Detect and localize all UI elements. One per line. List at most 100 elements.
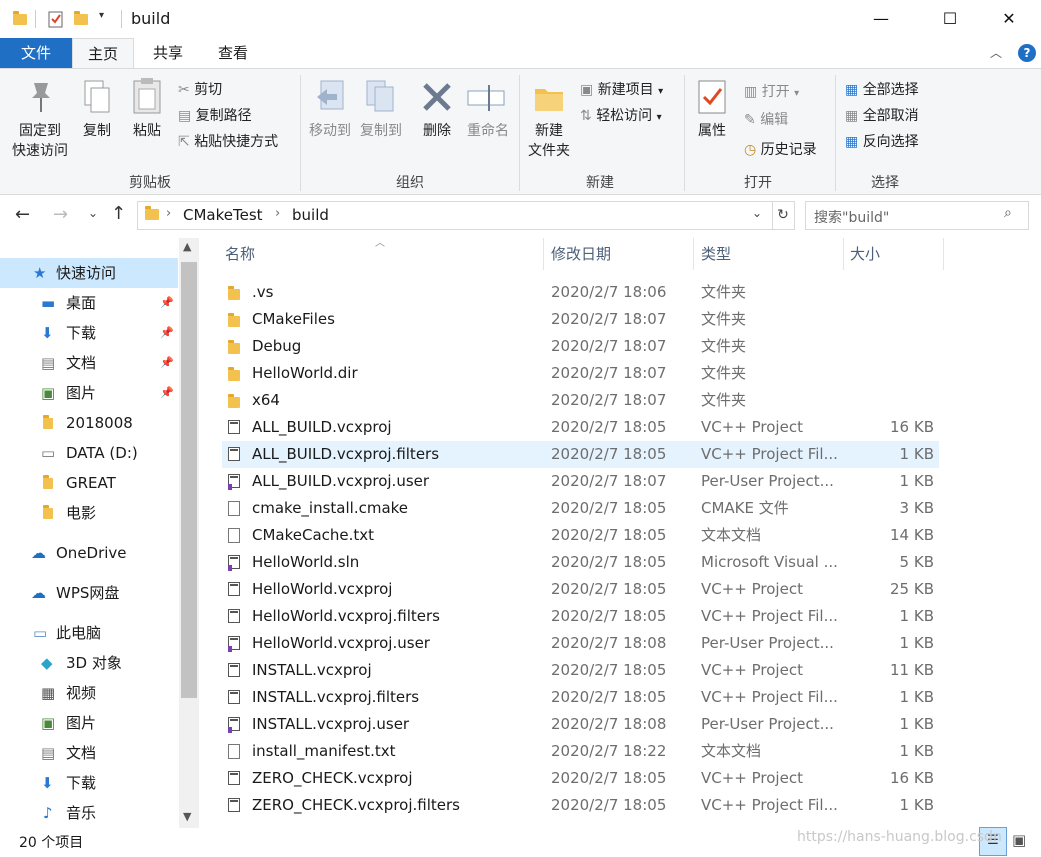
refresh-icon[interactable]: ↻ [772, 201, 795, 230]
back-arrow-icon[interactable]: ← [15, 204, 30, 225]
sidebar-item-music[interactable]: ♪ 音乐 [0, 798, 178, 828]
recent-locations-icon[interactable]: ⌄ [88, 206, 98, 220]
file-row[interactable]: ZERO_CHECK.vcxproj.filters 2020/2/7 18:05… [222, 792, 939, 819]
new-folder-quick-icon[interactable] [74, 10, 88, 26]
file-row[interactable]: install_manifest.txt 2020/2/7 18:22 文本文档 1 … [222, 738, 939, 765]
edit-button[interactable]: ✎ 编辑 [744, 109, 788, 129]
tab-share[interactable]: 共享 [142, 38, 194, 68]
vcxproj-icon [228, 447, 242, 463]
scrollbar-thumb[interactable] [181, 262, 197, 698]
file-date: 2020/2/7 18:07 [551, 310, 667, 328]
scroll-down-icon[interactable]: ▼ [183, 810, 191, 823]
open-button[interactable]: ▥ 打开 ▾ [744, 81, 799, 101]
sidebar-item-this-pc[interactable]: ▭ 此电脑 [0, 618, 178, 648]
paste-shortcut-button[interactable]: ⇱ 粘贴快捷方式 [178, 131, 278, 151]
file-date: 2020/2/7 18:22 [551, 742, 667, 760]
star-icon: ★ [33, 264, 47, 282]
new-item-button[interactable]: ▣ 新建项目 ▾ [580, 79, 663, 99]
sidebar-item-data-drive[interactable]: ▭ DATA (D:) [0, 438, 178, 468]
column-header-size[interactable]: 大小 [850, 238, 880, 270]
new-folder-button[interactable]: 新建 文件夹 [522, 121, 576, 161]
tab-home[interactable]: 主页 [72, 38, 134, 69]
file-type: 文件夹 [701, 310, 747, 328]
paste-button[interactable]: 粘贴 [126, 121, 168, 141]
forward-arrow-icon[interactable]: → [53, 204, 68, 225]
search-box[interactable]: 搜索"build" ⌕ [805, 201, 1029, 230]
column-header-type[interactable]: 类型 [701, 238, 731, 270]
vcxproj-icon [228, 420, 242, 436]
file-row[interactable]: CMakeCache.txt 2020/2/7 18:05 文本文档 14 KB [222, 522, 939, 549]
sidebar-item-2018008[interactable]: 2018008 [0, 408, 178, 438]
properties-button[interactable]: 属性 [690, 121, 734, 141]
file-row[interactable]: INSTALL.vcxproj.user 2020/2/7 18:08 Per-Us… [222, 711, 939, 738]
invert-selection-button[interactable]: ▦ 反向选择 [845, 131, 919, 151]
scroll-up-icon[interactable]: ▲ [183, 240, 191, 253]
breadcrumb-build[interactable]: build [292, 206, 329, 224]
address-bar[interactable]: › CMakeTest › build ⌄ [137, 201, 773, 230]
sidebar-item-videos[interactable]: ▦ 视频 [0, 678, 178, 708]
file-row[interactable]: CMakeFiles 2020/2/7 18:07 文件夹 [222, 306, 939, 333]
select-all-button[interactable]: ▦ 全部选择 [845, 79, 919, 99]
collapse-ribbon-icon[interactable]: ︿ [990, 44, 1002, 61]
sidebar-item-wps[interactable]: ☁ WPS网盘 [0, 578, 178, 608]
close-button[interactable]: ✕ [986, 0, 1032, 38]
file-row[interactable]: INSTALL.vcxproj 2020/2/7 18:05 VC++ Projec… [222, 657, 939, 684]
file-row[interactable]: HelloWorld.vcxproj.user 2020/2/7 18:08 Per… [222, 630, 939, 657]
copy-to-button[interactable]: 复制到 [355, 121, 407, 141]
customize-toolbar-icon[interactable]: ▾ [99, 10, 104, 21]
address-dropdown-icon[interactable]: ⌄ [752, 206, 762, 220]
move-to-button[interactable]: 移动到 [304, 121, 356, 141]
visual-studio-icon [228, 717, 242, 733]
file-row[interactable]: ALL_BUILD.vcxproj 2020/2/7 18:05 VC++ Proj… [222, 414, 939, 441]
file-row[interactable]: x64 2020/2/7 18:07 文件夹 [222, 387, 939, 414]
breadcrumb-cmaketest[interactable]: CMakeTest [183, 206, 263, 224]
pin-quick-access-button[interactable]: 固定到 快速访问 [4, 121, 76, 161]
sidebar-item-pc-downloads[interactable]: ⬇ 下载 [0, 768, 178, 798]
search-icon[interactable]: ⌕ [1004, 205, 1012, 221]
sidebar-item-great[interactable]: GREAT [0, 468, 178, 498]
file-date: 2020/2/7 18:06 [551, 283, 667, 301]
sidebar-item-movies[interactable]: 电影 [0, 498, 178, 528]
file-row[interactable]: INSTALL.vcxproj.filters 2020/2/7 18:05 VC+… [222, 684, 939, 711]
delete-button[interactable]: 删除 [416, 121, 458, 141]
sidebar-item-pc-documents[interactable]: ▤ 文档 [0, 738, 178, 768]
sidebar-item-3d-objects[interactable]: ◆ 3D 对象 [0, 648, 178, 678]
file-row[interactable]: .vs 2020/2/7 18:06 文件夹 [222, 279, 939, 306]
easy-access-icon: ⇅ [580, 108, 592, 124]
up-arrow-icon[interactable]: ↑ [111, 203, 126, 224]
column-header-date[interactable]: 修改日期 [551, 238, 611, 270]
large-icons-view-icon[interactable]: ▣ [1012, 831, 1026, 849]
tab-file[interactable]: 文件 [0, 38, 72, 68]
file-row[interactable]: ALL_BUILD.vcxproj.filters 2020/2/7 18:05 V… [222, 441, 939, 468]
rename-button[interactable]: 重命名 [462, 121, 514, 141]
search-input[interactable]: 搜索"build" [814, 207, 889, 227]
file-row[interactable]: Debug 2020/2/7 18:07 文件夹 [222, 333, 939, 360]
properties-quick-icon[interactable] [48, 10, 63, 28]
easy-access-button[interactable]: ⇅ 轻松访问 ▾ [580, 105, 662, 125]
file-row[interactable]: ZERO_CHECK.vcxproj 2020/2/7 18:05 VC++ Pro… [222, 765, 939, 792]
sidebar-item-documents[interactable]: ▤ 文档 📌 [0, 348, 178, 378]
file-row[interactable]: HelloWorld.dir 2020/2/7 18:07 文件夹 [222, 360, 939, 387]
maximize-button[interactable]: ☐ [927, 0, 973, 38]
sidebar-item-downloads[interactable]: ⬇ 下载 📌 [0, 318, 178, 348]
cut-button[interactable]: ✂ 剪切 [178, 79, 222, 99]
copy-button[interactable]: 复制 [76, 121, 118, 141]
sidebar-item-pc-pictures[interactable]: ▣ 图片 [0, 708, 178, 738]
help-icon[interactable]: ? [1018, 44, 1036, 62]
column-header-name[interactable]: 名称 [225, 238, 255, 270]
minimize-button[interactable]: — [858, 0, 904, 38]
file-row[interactable]: HelloWorld.vcxproj.filters 2020/2/7 18:05… [222, 603, 939, 630]
history-button[interactable]: ◷ 历史记录 [744, 139, 817, 159]
sidebar-item-onedrive[interactable]: ☁ OneDrive [0, 538, 178, 568]
file-row[interactable]: ALL_BUILD.vcxproj.user 2020/2/7 18:07 Per-… [222, 468, 939, 495]
sidebar-item-desktop[interactable]: ▬ 桌面 📌 [0, 288, 178, 318]
file-row[interactable]: HelloWorld.sln 2020/2/7 18:05 Microsoft Vi… [222, 549, 939, 576]
select-none-button[interactable]: ▦ 全部取消 [845, 105, 919, 125]
file-row[interactable]: cmake_install.cmake 2020/2/7 18:05 CMAKE 文… [222, 495, 939, 522]
file-row[interactable]: HelloWorld.vcxproj 2020/2/7 18:05 VC++ Pro… [222, 576, 939, 603]
copy-path-button[interactable]: ▤ 复制路径 [178, 105, 252, 125]
sidebar-item-quick-access[interactable]: ★ 快速访问 [0, 258, 178, 288]
file-name: Debug [252, 337, 302, 355]
tab-view[interactable]: 查看 [206, 38, 260, 68]
sidebar-item-pictures[interactable]: ▣ 图片 📌 [0, 378, 178, 408]
